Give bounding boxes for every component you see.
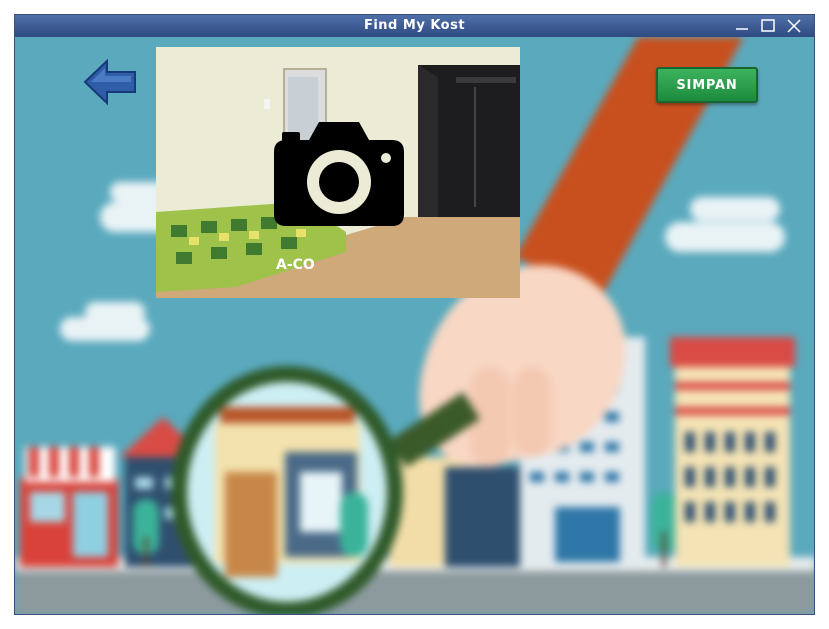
maximize-icon[interactable] bbox=[758, 17, 778, 35]
bed-label: A-CO bbox=[276, 257, 315, 273]
camera-icon[interactable] bbox=[274, 122, 404, 226]
close-icon[interactable] bbox=[784, 17, 804, 35]
title-bar[interactable]: Find My Kost bbox=[15, 15, 814, 37]
window-title: Find My Kost bbox=[363, 18, 466, 33]
back-button[interactable] bbox=[81, 57, 139, 107]
main-content: SIMPAN A-CO bbox=[15, 37, 814, 614]
save-button[interactable]: SIMPAN bbox=[656, 67, 758, 103]
arrow-left-icon bbox=[83, 58, 136, 106]
minimize-icon[interactable] bbox=[732, 17, 752, 35]
app-window: Find My Kost SIMPAN A-CO bbox=[14, 14, 815, 615]
